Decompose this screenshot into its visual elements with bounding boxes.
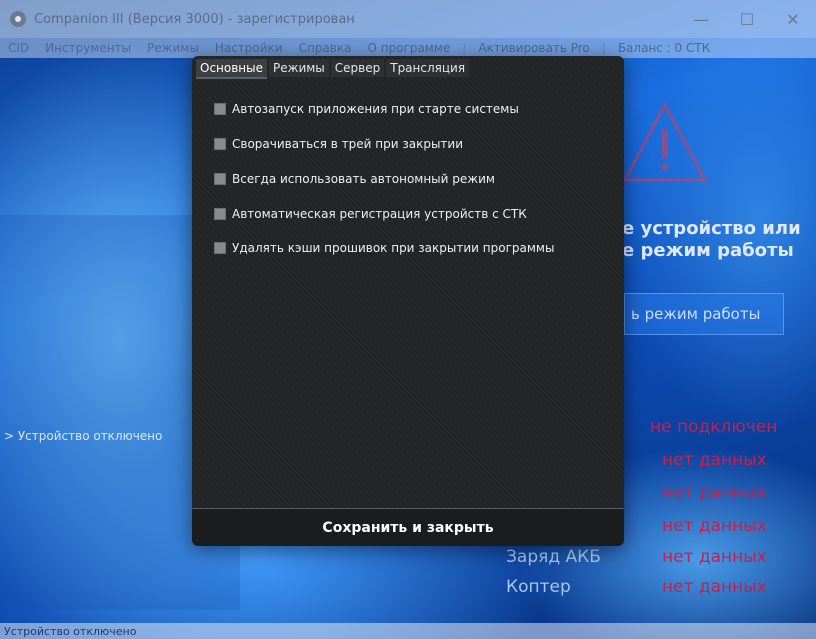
tab-general[interactable]: Основные [196,59,268,79]
info-value: нет данных [662,483,767,503]
auto-register-checkbox[interactable] [214,208,226,220]
info-row-battery: Заряд АКБ [506,547,601,567]
save-and-close-button[interactable]: Сохранить и закрыть [192,508,624,546]
autostart-checkbox[interactable] [214,103,226,115]
menu-settings[interactable]: Настройки [207,41,291,55]
info-value: нет данных [662,577,767,597]
connect-heading: е устройство или е режим работы [622,218,801,262]
connect-heading-line1: е устройство или [622,218,801,239]
menu-balance[interactable]: Баланс : 0 СТК [610,41,718,55]
info-row: нет данных [662,516,767,536]
info-row-copter-value: нет данных [662,577,767,597]
option-label: Удалять кэши прошивок при закрытии прогр… [232,241,555,255]
window-controls: — ☐ ✕ [678,0,816,38]
app-logo-icon [10,11,26,27]
maximize-button[interactable]: ☐ [724,0,770,38]
status-bar: Устройство отключено [0,623,816,639]
minimize-to-tray-checkbox[interactable] [214,138,226,150]
status-text: Устройство отключено [4,624,137,638]
option-label: Автозапуск приложения при старте системы [232,102,519,116]
info-value: нет данных [662,450,767,470]
info-label: Заряд АКБ [506,547,601,567]
window-title: Companion III (Версия 3000) - зарегистри… [34,11,355,27]
info-value: нет данных [662,516,767,536]
menu-modes[interactable]: Режимы [139,41,207,55]
clear-cache-checkbox[interactable] [214,242,226,254]
menu-help[interactable]: Справка [291,41,360,55]
close-button[interactable]: ✕ [770,0,816,38]
option-label: Автоматическая регистрация устройств с С… [232,207,527,221]
tab-broadcast[interactable]: Трансляция [386,59,470,77]
settings-tabs: Основные Режимы Сервер Трансляция [196,59,471,79]
tab-server[interactable]: Сервер [330,59,385,77]
offline-mode-checkbox[interactable] [214,173,226,185]
connect-heading-line2: е режим работы [622,240,794,261]
settings-dialog: Основные Режимы Сервер Трансляция Автоза… [192,56,624,546]
info-row: не подключен [650,417,777,437]
option-offline-mode[interactable]: Всегда использовать автономный режим [214,171,495,187]
option-label: Сворачиваться в трей при закрытии [232,137,463,151]
info-row: нет данных [662,483,767,503]
option-clear-firmware-cache[interactable]: Удалять кэши прошивок при закрытии прогр… [214,240,554,256]
option-auto-register[interactable]: Автоматическая регистрация устройств с С… [214,206,527,222]
minimize-button[interactable]: — [678,0,724,38]
info-row: нет данных [662,450,767,470]
info-value: не подключен [650,417,778,437]
window-titlebar: Companion III (Версия 3000) - зарегистри… [0,0,816,38]
select-mode-button[interactable]: ь режим работы [624,293,784,335]
info-row-battery-value: нет данных [662,547,767,567]
menu-separator: | [462,41,467,55]
info-row-copter: Коптер [506,577,571,597]
warning-icon [622,101,708,182]
menu-activate-pro[interactable]: Активировать Pro [470,41,597,55]
menu-cid[interactable]: CID [0,41,37,55]
option-autostart[interactable]: Автозапуск приложения при старте системы [214,101,519,117]
option-label: Всегда использовать автономный режим [232,172,495,186]
tab-modes[interactable]: Режимы [269,59,329,77]
menu-about[interactable]: О программе [359,41,458,55]
menu-separator: | [601,41,606,55]
menu-bar: CID Инструменты Режимы Настройки Справка… [0,38,816,58]
menu-tools[interactable]: Инструменты [37,41,139,55]
info-value: нет данных [662,547,767,567]
option-minimize-to-tray[interactable]: Сворачиваться в трей при закрытии [214,136,463,152]
info-label: Коптер [506,577,571,597]
device-status-text: > Устройство отключено [4,429,163,443]
